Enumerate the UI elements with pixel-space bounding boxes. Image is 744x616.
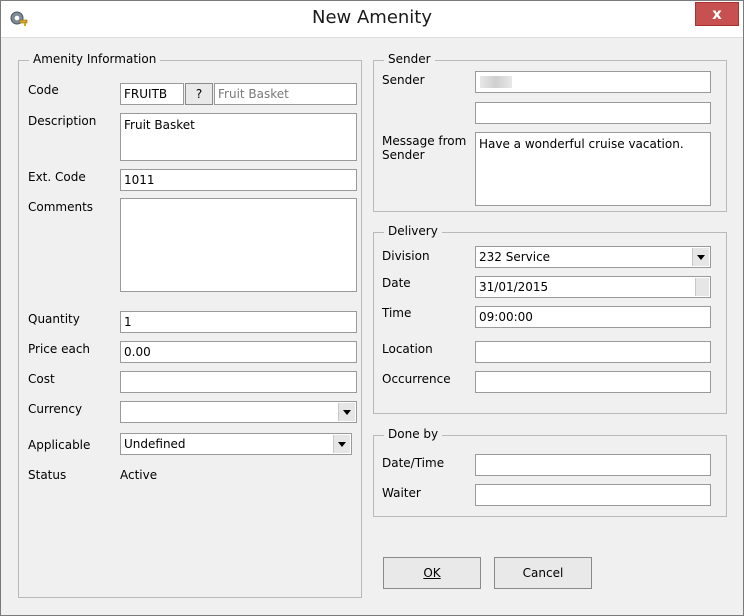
sender-input[interactable]	[475, 71, 711, 93]
date-label: Date	[382, 276, 411, 290]
price-each-label: Price each	[28, 342, 91, 356]
code-description-field: Fruit Basket	[214, 83, 357, 105]
amenity-information-legend: Amenity Information	[29, 52, 161, 66]
applicable-value: Undefined	[124, 437, 186, 451]
sender-label: Sender	[382, 73, 425, 87]
status-value: Active	[120, 468, 158, 482]
ok-button-label: OK	[423, 566, 441, 580]
location-label: Location	[382, 342, 433, 356]
code-input[interactable]: FRUITB	[120, 83, 184, 105]
delivery-legend: Delivery	[384, 224, 442, 238]
ext-code-input[interactable]: 1011	[120, 169, 357, 191]
date-picker[interactable]: 31/01/2015	[475, 276, 711, 298]
date-spinner-handle[interactable]	[695, 278, 709, 296]
ext-code-label: Ext. Code	[28, 170, 86, 184]
cost-input[interactable]	[120, 371, 357, 393]
division-value: 232 Service	[479, 250, 551, 264]
division-label: Division	[382, 249, 430, 263]
code-label: Code	[28, 83, 59, 97]
new-amenity-dialog: New Amenity x Amenity Information Code F…	[0, 0, 744, 616]
cost-label: Cost	[28, 372, 55, 386]
sender-legend: Sender	[384, 52, 435, 66]
chevron-down-icon[interactable]	[338, 403, 355, 421]
date-value: 31/01/2015	[479, 280, 549, 294]
date-time-input[interactable]	[475, 454, 711, 476]
currency-select[interactable]	[120, 401, 357, 423]
done-by-legend: Done by	[384, 427, 443, 441]
cancel-button-label: Cancel	[522, 566, 564, 580]
status-label: Status	[28, 468, 67, 482]
sender-line2-input[interactable]	[475, 102, 711, 124]
waiter-input[interactable]	[475, 484, 711, 506]
location-input[interactable]	[475, 341, 711, 363]
comments-textarea[interactable]	[120, 198, 357, 292]
applicable-select[interactable]: Undefined	[120, 433, 352, 455]
cancel-button[interactable]: Cancel	[494, 557, 592, 589]
applicable-label: Applicable	[28, 438, 91, 452]
quantity-input[interactable]: 1	[120, 311, 357, 333]
window-title: New Amenity	[311, 7, 433, 28]
occurrence-input[interactable]	[475, 371, 711, 393]
date-time-label: Date/Time	[382, 456, 445, 470]
comments-label: Comments	[28, 200, 94, 214]
description-label: Description	[28, 114, 97, 128]
time-input[interactable]: 09:00:00	[475, 306, 711, 328]
occurrence-label: Occurrence	[382, 372, 451, 386]
redacted-sender-name	[480, 76, 512, 88]
currency-label: Currency	[28, 402, 83, 416]
division-select[interactable]: 232 Service	[475, 246, 711, 268]
chevron-down-icon[interactable]	[692, 248, 709, 266]
chevron-down-icon[interactable]	[333, 435, 350, 453]
description-textarea[interactable]: Fruit Basket	[120, 113, 357, 161]
close-icon: x	[712, 5, 722, 23]
message-from-sender-label: Message from Sender	[382, 134, 467, 162]
time-label: Time	[382, 306, 412, 320]
close-button[interactable]: x	[695, 2, 739, 26]
code-lookup-button[interactable]: ?	[185, 83, 213, 105]
ok-button[interactable]: OK	[383, 557, 481, 589]
price-each-input[interactable]: 0.00	[120, 341, 357, 363]
message-textarea[interactable]: Have a wonderful cruise vacation.	[475, 132, 711, 206]
quantity-label: Quantity	[28, 312, 80, 326]
waiter-label: Waiter	[382, 486, 421, 500]
title-bar: New Amenity x	[1, 1, 743, 38]
